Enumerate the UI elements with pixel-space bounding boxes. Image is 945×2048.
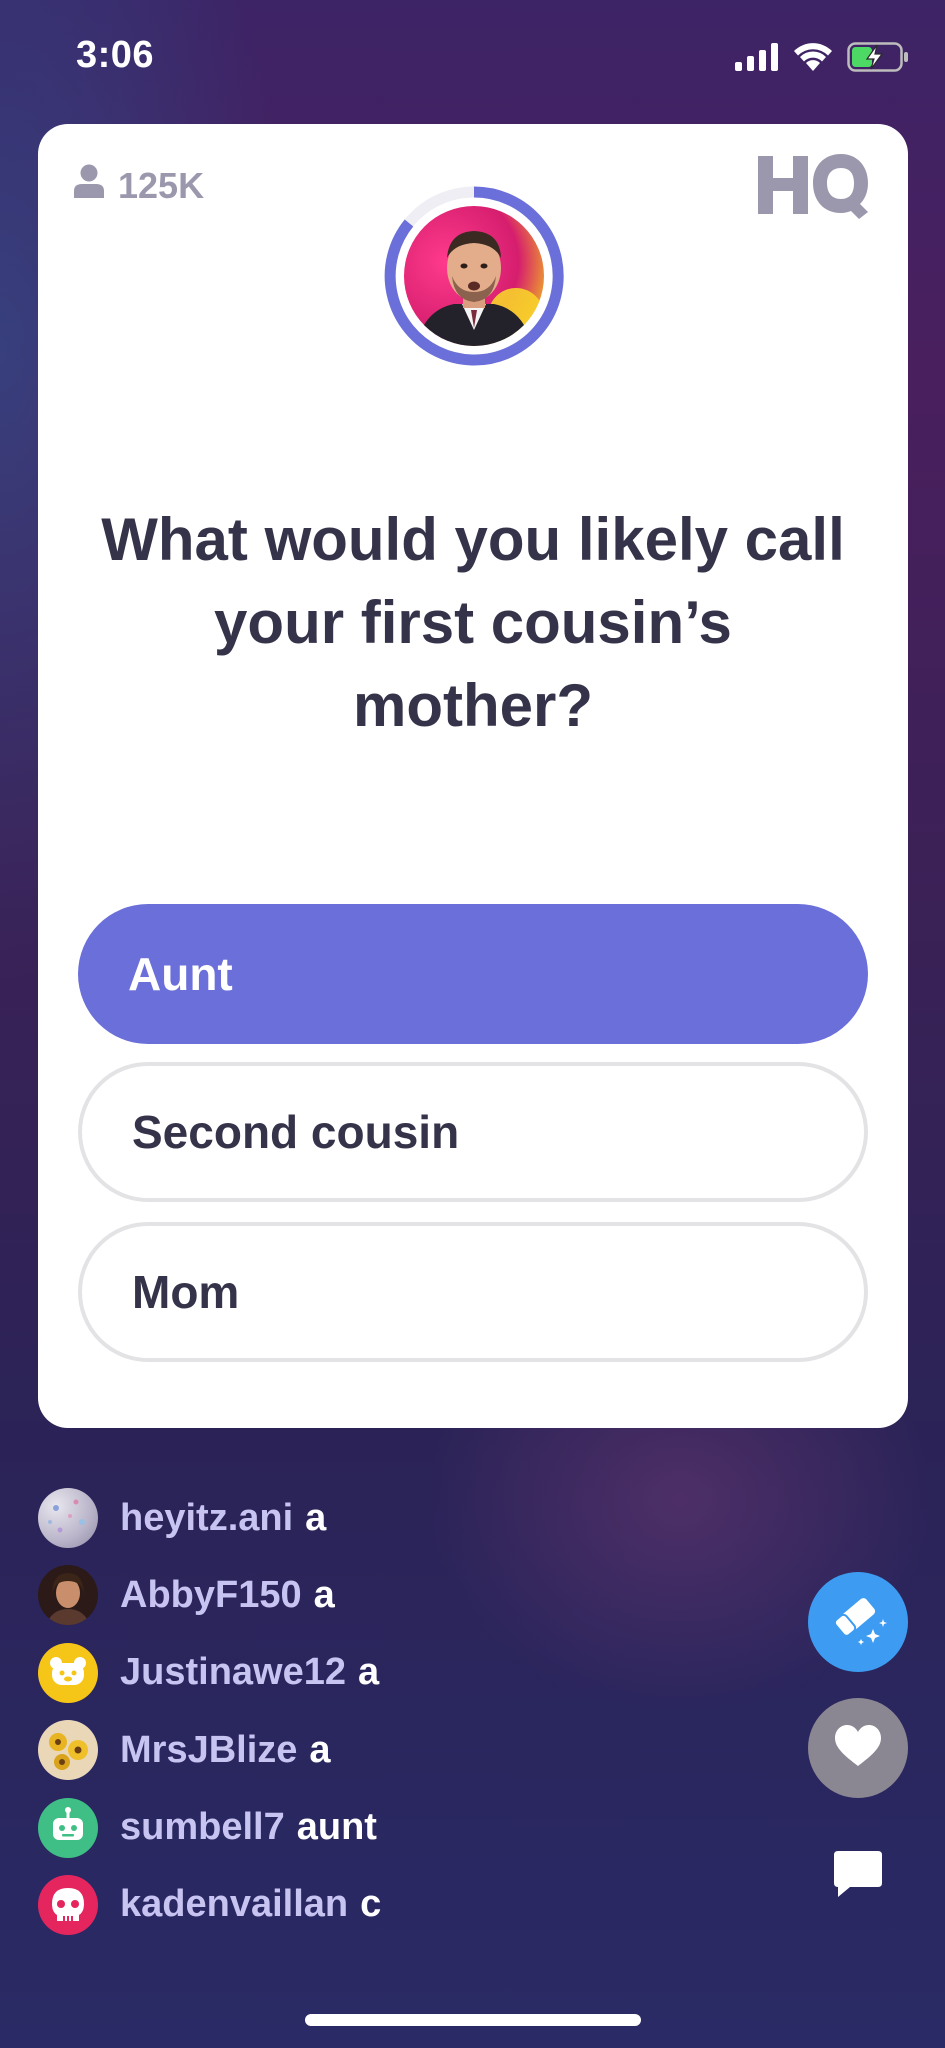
- home-indicator[interactable]: [305, 2014, 641, 2026]
- avatar: [38, 1720, 98, 1781]
- answer-option-mom[interactable]: Mom: [78, 1222, 868, 1362]
- heart-icon: [833, 1724, 883, 1773]
- chat-button[interactable]: [808, 1826, 908, 1926]
- chat-message: AbbyF150 a: [38, 1565, 738, 1626]
- battery-charging-icon: [847, 42, 909, 77]
- chat-text: a: [305, 1496, 327, 1539]
- status-bar: 3:06: [0, 0, 945, 110]
- chat-username: MrsJBlize: [120, 1728, 298, 1771]
- chat-bubble-icon: [832, 1849, 884, 1904]
- chat-text: c: [360, 1883, 382, 1926]
- wifi-icon: [793, 42, 833, 77]
- viewer-count: 125K: [74, 164, 204, 207]
- answer-option-aunt[interactable]: Aunt: [78, 904, 868, 1044]
- question-card: 125K What would you likely call your fir…: [38, 124, 908, 1428]
- heart-button[interactable]: [808, 1698, 908, 1798]
- chat-username: kadenvaillan: [120, 1883, 349, 1926]
- chat-text: a: [358, 1651, 380, 1694]
- robot-avatar-icon: [38, 1797, 98, 1858]
- viewer-count-label: 125K: [118, 164, 205, 206]
- status-icons: [735, 42, 909, 77]
- answer-label: Second cousin: [132, 1106, 460, 1158]
- eraser-button[interactable]: [808, 1572, 908, 1672]
- chat-username: sumbell7: [120, 1806, 285, 1849]
- host-timer: [382, 184, 566, 368]
- chat-text: a: [313, 1573, 335, 1616]
- question-text: What would you likely call your first co…: [101, 506, 845, 739]
- chat-message: heyitz.ani a: [38, 1488, 738, 1548]
- cellular-signal-icon: [735, 43, 779, 76]
- skull-avatar-icon: [38, 1874, 98, 1935]
- avatar: [38, 1565, 98, 1626]
- bear-avatar-icon: [38, 1642, 98, 1703]
- chat-username: heyitz.ani: [120, 1496, 294, 1539]
- chat-message: Justinawe12 a: [38, 1642, 738, 1703]
- chat-feed: heyitz.ani a AbbyF150 a Justinawe12 a Mr…: [38, 1488, 738, 1952]
- chat-username: AbbyF150: [120, 1573, 302, 1616]
- answer-label: Aunt: [128, 948, 233, 1000]
- chat-message: sumbell7 aunt: [38, 1797, 738, 1858]
- host-avatar: [404, 206, 544, 346]
- chat-text: aunt: [296, 1806, 377, 1849]
- chat-text: a: [309, 1728, 331, 1771]
- chat-message: kadenvaillan c: [38, 1874, 738, 1935]
- status-time: 3:06: [76, 34, 155, 76]
- answer-option-second-cousin[interactable]: Second cousin: [78, 1062, 868, 1202]
- avatar: [38, 1488, 98, 1548]
- chat-username: Justinawe12: [120, 1651, 346, 1694]
- eraser-icon: [827, 1589, 889, 1656]
- chat-message: MrsJBlize a: [38, 1720, 738, 1781]
- answer-label: Mom: [132, 1266, 240, 1318]
- person-icon: [74, 164, 104, 207]
- hq-logo-icon: [756, 152, 870, 225]
